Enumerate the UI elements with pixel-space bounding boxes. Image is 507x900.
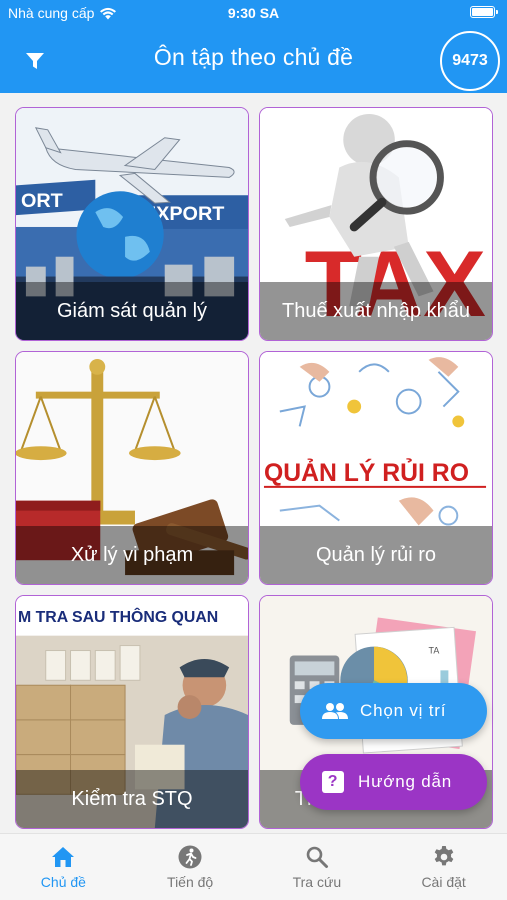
topic-label: Giám sát quản lý [16,282,248,340]
gear-icon [434,846,453,866]
choose-position-button[interactable]: Chọn vị trí [300,683,487,739]
topic-label: Thuế xuất nhập khẩu [260,282,492,340]
running-person-icon [178,845,202,869]
page-title: Ôn tập theo chủ đề [153,44,354,70]
topic-label: Kiểm tra STQ [16,770,248,828]
topic-card-kiem-tra-stq[interactable]: M TRA SAU THÔNG QUAN Kiểm tra STQ [15,595,249,829]
tab-chu-de[interactable]: Chủ đề [0,834,127,900]
bottom-tab-bar: Chủ đề Tiến độ Tra cứu Cài đặt [0,833,507,900]
help-icon: ? [322,771,344,793]
guide-label: Hướng dẫn [358,772,453,791]
tab-label: Tiến độ [167,874,214,890]
tab-label: Cài đặt [421,874,466,890]
tab-tien-do[interactable]: Tiến độ [127,834,254,900]
battery-icon [470,6,498,18]
inspection-image-text: TA [429,646,440,656]
choose-position-label: Chọn vị trí [360,701,447,720]
risk-image-text: QUẢN LÝ RỦI RO [264,458,469,487]
people-icon [322,703,348,719]
question-count-badge[interactable]: 9473 [440,31,500,91]
topic-card-giam-sat[interactable]: ORT EXPORT Giám sát quản lý [15,107,249,341]
topic-card-quan-ly-rui-ro[interactable]: QUẢN LÝ RỦI RO Quản lý rủi ro [259,351,493,585]
stq-image-text: M TRA SAU THÔNG QUAN [18,607,218,626]
search-icon [306,846,328,868]
tab-label: Tra cứu [292,874,342,890]
home-icon [52,847,75,867]
tab-label: Chủ đề [40,874,86,890]
topic-card-xu-ly-vi-pham[interactable]: Xử lý vi phạm [15,351,249,585]
topic-card-thue-xnk[interactable]: TAX Thuế xuất nhập khẩu [259,107,493,341]
guide-button[interactable]: ? Hướng dẫn [300,754,487,810]
status-bar: Nhà cung cấp 9:30 SA [0,0,507,28]
export-image-text-1: ORT [21,190,63,212]
app-header: Nhà cung cấp 9:30 SA Ôn tập theo chủ đề … [0,0,507,93]
tab-tra-cuu[interactable]: Tra cứu [254,834,381,900]
topic-label: Quản lý rủi ro [260,526,492,584]
topic-label: Xử lý vi phạm [16,526,248,584]
tab-cai-dat[interactable]: Cài đặt [380,834,507,900]
status-time: 9:30 SA [227,5,280,21]
